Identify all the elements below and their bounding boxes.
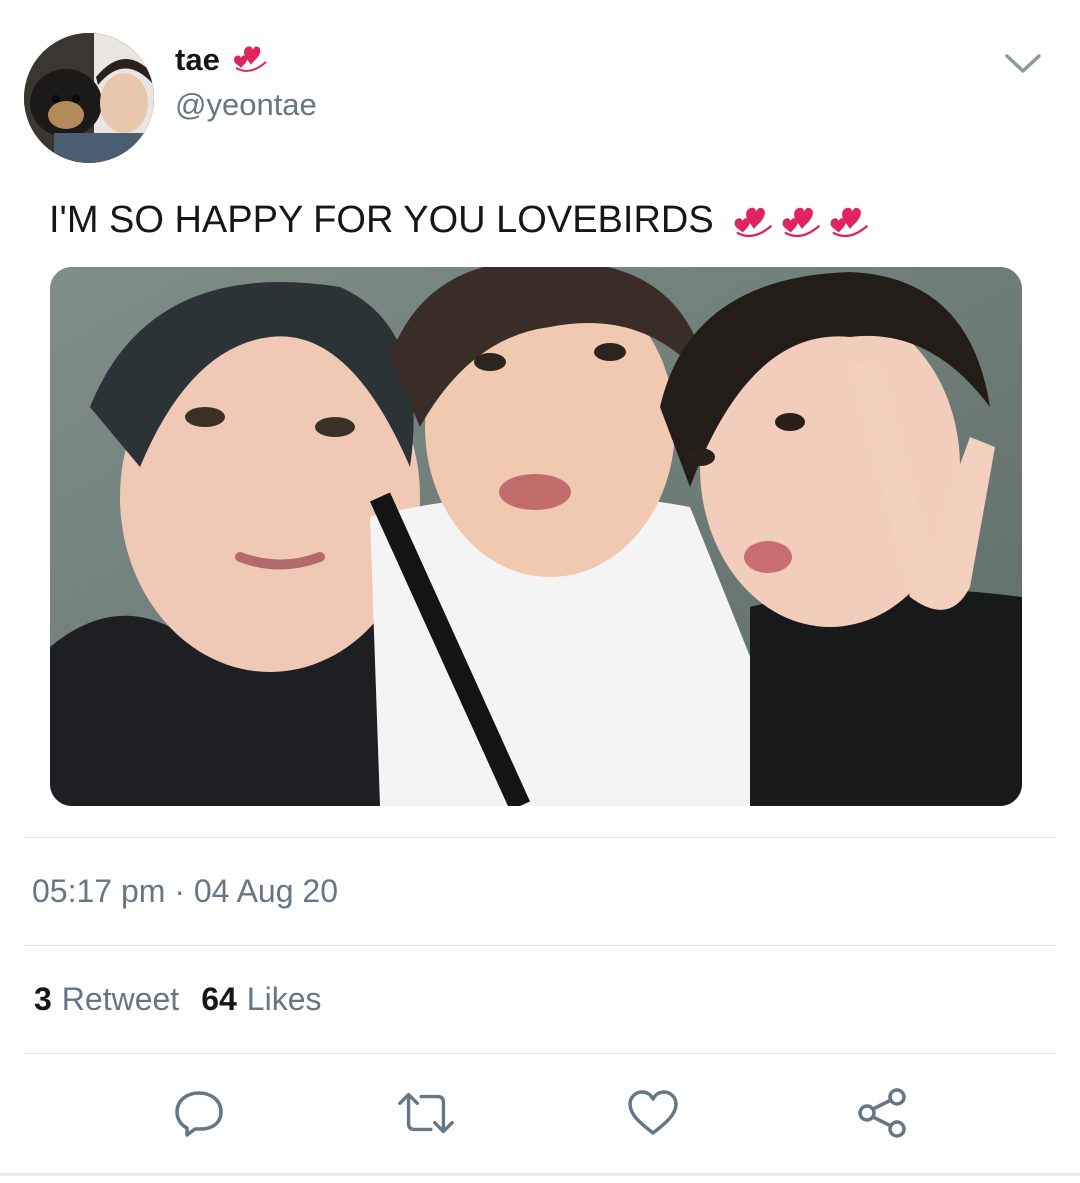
retweet-label: Retweet <box>61 981 180 1017</box>
divider <box>24 837 1055 838</box>
revolving-hearts-emoji <box>782 207 820 238</box>
tweet-text: I'M SO HAPPY FOR YOU LOVEBIRDS <box>49 198 714 241</box>
avatar[interactable] <box>24 33 154 163</box>
retweet-button[interactable] <box>396 1083 456 1143</box>
author-handle[interactable]: @yeontae <box>175 87 317 123</box>
share-icon <box>858 1088 906 1138</box>
revolving-hearts-emoji <box>230 38 270 81</box>
likes-label: Likes <box>246 981 322 1017</box>
share-button[interactable] <box>852 1083 912 1143</box>
likes-count: 64 <box>201 981 237 1017</box>
reply-icon <box>175 1091 223 1137</box>
avatar-photo <box>24 33 154 163</box>
tweet-stats: 3 Retweet 64 Likes <box>34 981 321 1018</box>
divider <box>24 945 1055 946</box>
tweet-text-row: I'M SO HAPPY FOR YOU LOVEBIRDS <box>49 198 872 242</box>
retweet-stat[interactable]: 3 Retweet <box>34 981 179 1018</box>
retweet-icon <box>398 1092 454 1134</box>
bottom-border <box>0 1173 1080 1176</box>
group-selfie-image <box>50 267 1022 806</box>
like-button[interactable] <box>623 1083 683 1143</box>
retweet-count: 3 <box>34 981 52 1017</box>
reply-button[interactable] <box>169 1083 229 1143</box>
tweet-timestamp[interactable]: 05:17 pm · 04 Aug 20 <box>32 873 338 910</box>
revolving-hearts-emoji <box>734 207 772 238</box>
tweet-media-photo[interactable] <box>50 267 1022 806</box>
tweet-actions-bar <box>0 1083 1080 1143</box>
revolving-hearts-emoji <box>830 207 868 238</box>
author-display-name[interactable]: tae <box>175 42 220 78</box>
more-options-button[interactable] <box>1000 44 1046 84</box>
divider <box>24 1053 1055 1054</box>
like-icon <box>628 1090 678 1135</box>
likes-stat[interactable]: 64 Likes <box>201 981 321 1018</box>
tweet-emoji-group <box>730 198 872 242</box>
chevron-down-icon <box>1005 54 1041 73</box>
author-name-row[interactable]: tae <box>175 38 270 81</box>
